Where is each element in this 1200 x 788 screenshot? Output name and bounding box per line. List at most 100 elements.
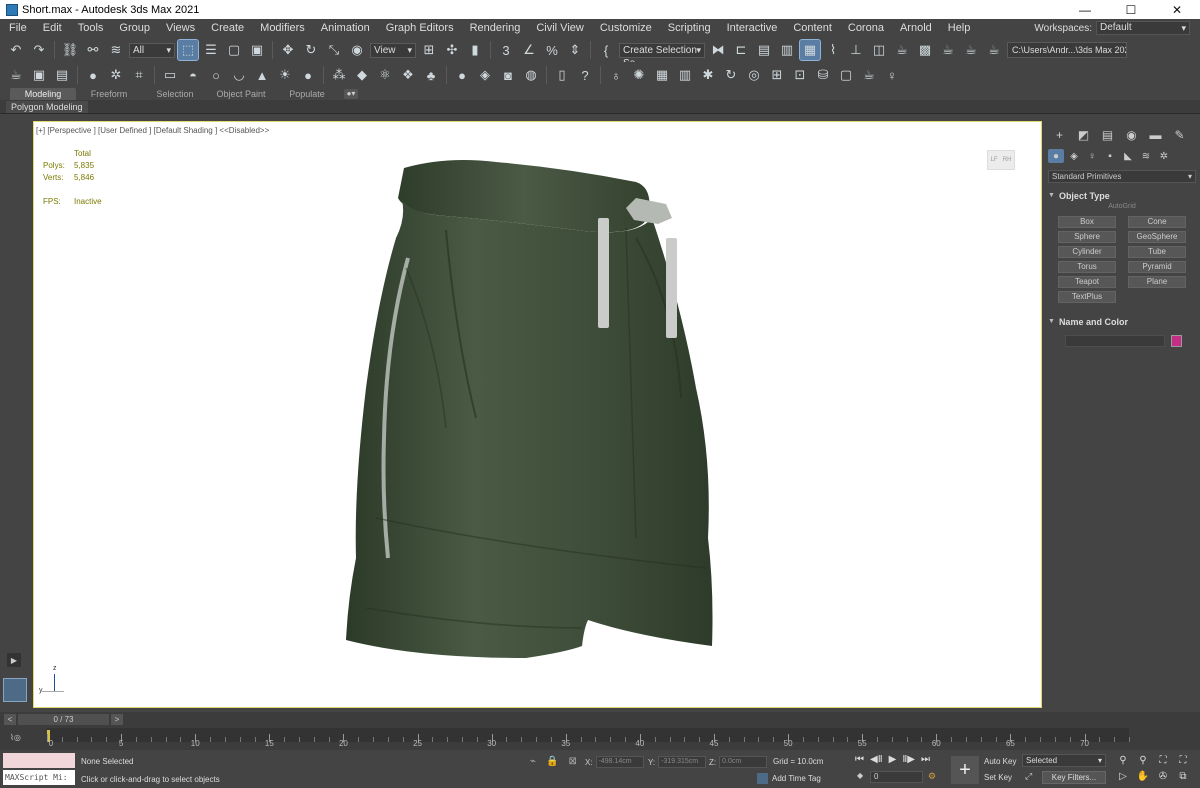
render-iterative-icon[interactable]: ☕ [961,40,981,60]
menu-modifiers[interactable]: Modifiers [252,22,313,34]
corona-sun-icon[interactable]: ✲ [106,65,126,85]
redo-icon[interactable]: ↷ [29,40,49,60]
helpers-icon[interactable]: ◣ [1120,149,1136,163]
render-production-icon[interactable]: ☕ [938,40,958,60]
menu-help[interactable]: Help [940,22,979,34]
add-time-tag[interactable]: Add Time Tag [757,773,821,784]
isolate-icon[interactable]: ⌁ [530,756,536,767]
undo-icon[interactable]: ↶ [6,40,26,60]
menu-civil-view[interactable]: Civil View [528,22,591,34]
perspective-viewport[interactable]: [+] [Perspective ] [User Defined ] [Defa… [33,121,1042,708]
maxscript-output[interactable] [3,753,75,768]
display-tab-icon[interactable]: ▬ [1146,127,1165,143]
menu-customize[interactable]: Customize [592,22,660,34]
window-crossing-icon[interactable]: ▣ [247,40,267,60]
shapes-icon[interactable]: ◈ [1066,149,1082,163]
viewport-label-menu[interactable]: [+] [Perspective ] [User Defined ] [Defa… [36,126,269,135]
corona-render-icon[interactable]: ▤ [52,65,72,85]
pyramid-button[interactable]: Pyramid [1128,261,1186,273]
selection-filter-dropdown[interactable]: All [129,42,175,58]
menu-create[interactable]: Create [203,22,252,34]
viewport-layout-button[interactable] [3,678,27,702]
menu-rendering[interactable]: Rendering [462,22,529,34]
arnold-skydome-icon[interactable]: ◓ [183,65,203,85]
select-by-name-icon[interactable]: ☰ [201,40,221,60]
reference-coordinate-dropdown[interactable]: View [370,42,416,58]
teapot-button[interactable]: Teapot [1058,276,1116,288]
lightbulb-outline-icon[interactable]: ♀ [882,65,902,85]
rendered-frame-window-icon[interactable]: ▩ [915,40,935,60]
menu-views[interactable]: Views [158,22,203,34]
shorts-model[interactable] [336,158,716,664]
utilities-tab-icon[interactable]: ✎ [1170,127,1189,143]
set-keys-button[interactable]: + [951,756,979,784]
tone-mapping-icon[interactable]: ✱ [698,65,718,85]
modify-tab-icon[interactable]: ◩ [1074,127,1093,143]
volume-icon[interactable]: ⚛ [375,65,395,85]
geometry-icon[interactable]: ● [1048,149,1064,163]
menu-corona[interactable]: Corona [840,22,892,34]
auto-key-button[interactable]: Auto Key [984,755,1020,768]
pan-icon[interactable]: ✋ [1134,770,1152,784]
time-configuration-icon[interactable]: ⚙ [928,771,936,782]
move-icon[interactable]: ✥ [278,40,298,60]
rectangular-selection-icon[interactable]: ▢ [224,40,244,60]
tube-button[interactable]: Tube [1128,246,1186,258]
play-icon[interactable]: ▶ [889,754,897,765]
toggle-scene-explorer-icon[interactable]: ▤ [754,40,774,60]
spinner-snap-icon[interactable]: ⇕ [565,40,585,60]
next-frame-icon[interactable]: Ⅱ▶ [902,754,915,765]
cylinder-button[interactable]: Cylinder [1058,246,1116,258]
refresh-icon[interactable]: ↻ [721,65,741,85]
burst-icon[interactable]: ✺ [629,65,649,85]
material-sphere-icon[interactable]: ● [452,65,472,85]
maxscript-listener-input[interactable]: MAXScript Mi: [3,770,75,785]
field-of-view-icon[interactable]: ▷ [1114,770,1132,784]
menu-file[interactable]: File [0,22,35,34]
select-manipulate-icon[interactable]: ✣ [442,40,462,60]
scale-icon[interactable]: ⤡ [324,40,344,60]
time-slider[interactable]: < 0 / 73 > [0,712,1200,728]
primitive-category-dropdown[interactable]: Standard Primitives [1048,170,1196,183]
material-multi-icon[interactable]: ◍ [521,65,541,85]
object-name-input[interactable] [1065,335,1165,347]
arnold-mesh-light-icon[interactable]: ● [298,65,318,85]
help-icon[interactable]: ? [575,65,595,85]
teapot-icon[interactable]: ☕ [859,65,879,85]
menu-animation[interactable]: Animation [313,22,378,34]
set-key-button[interactable]: Set Key [984,771,1020,784]
place-icon[interactable]: ◉ [347,40,367,60]
corona-camera-icon[interactable]: ⌗ [129,65,149,85]
menu-graph-editors[interactable]: Graph Editors [378,22,462,34]
schematic-view-icon[interactable]: ⊥ [846,40,866,60]
curve-editor-icon[interactable]: ⌇ [823,40,843,60]
space-warps-icon[interactable]: ≋ [1138,149,1154,163]
safe-frame-icon[interactable]: ▢ [836,65,856,85]
arnold-area-light-icon[interactable]: ▭ [160,65,180,85]
ribbon-tab-populate[interactable]: Populate [274,88,340,100]
sphere-button[interactable]: Sphere [1058,231,1116,243]
time-slider-next-button[interactable]: > [111,714,123,725]
key-selection-dropdown[interactable]: Selected [1022,754,1106,767]
edit-named-selection-icon[interactable]: { [596,40,616,60]
polygon-modeling-panel[interactable]: Polygon Modeling [6,101,88,113]
distance-icon[interactable]: ❖ [398,65,418,85]
create-tab-icon[interactable]: + [1050,127,1069,143]
zoom-extents-icon[interactable]: ⛶ [1154,754,1172,768]
lights-icon[interactable]: ♀ [1084,149,1100,163]
ribbon-tab-modeling[interactable]: Modeling [10,87,76,100]
decal-icon[interactable]: ♣ [421,65,441,85]
zoom-extents-all-icon[interactable]: ⛶ [1174,754,1192,768]
viewcube-left-face[interactable]: LF [991,157,998,163]
previous-frame-icon[interactable]: ◀Ⅱ [870,754,883,765]
material-library-icon[interactable]: ◈ [475,65,495,85]
time-slider-thumb[interactable]: 0 / 73 [18,714,109,725]
project-folder-path[interactable]: C:\Users\Andr...\3ds Max 2021 [1007,42,1127,58]
rotate-icon[interactable]: ↻ [301,40,321,60]
arnold-bowl-icon[interactable]: ◡ [229,65,249,85]
mirror-icon[interactable]: ⧓ [708,40,728,60]
zoom-icon[interactable]: ⚲ [1114,754,1132,768]
render-setup-icon[interactable]: ☕ [892,40,912,60]
ribbon-tab-selection[interactable]: Selection [142,88,208,100]
camera-icon[interactable]: ◎ [744,65,764,85]
